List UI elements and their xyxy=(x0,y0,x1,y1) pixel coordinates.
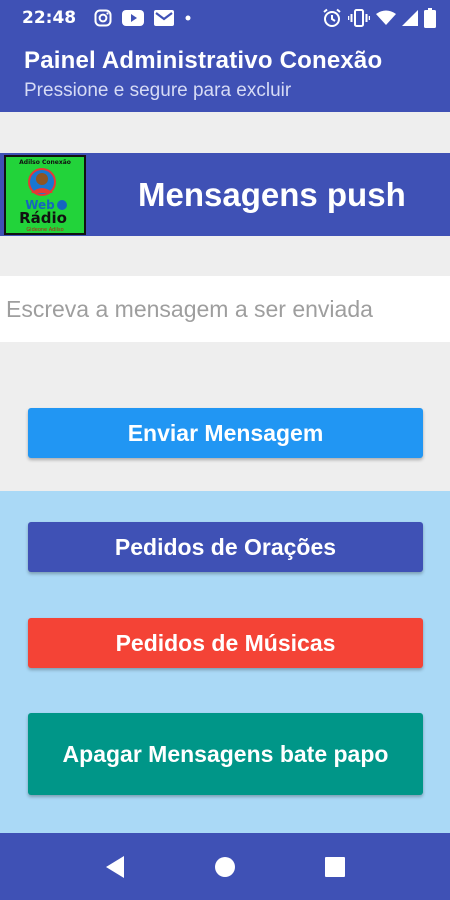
recents-icon[interactable] xyxy=(315,847,355,887)
alarm-icon xyxy=(322,8,342,28)
wifi-icon xyxy=(376,10,396,26)
section-title: Mensagens push xyxy=(138,175,406,213)
back-icon[interactable] xyxy=(95,847,135,887)
home-icon[interactable] xyxy=(205,847,245,887)
youtube-icon xyxy=(122,10,145,26)
delete-chat-messages-button[interactable]: Apagar Mensagens bate papo xyxy=(28,713,423,795)
svg-text:Gideone Adilso: Gideone Adilso xyxy=(26,227,63,233)
system-icons xyxy=(322,8,436,28)
battery-icon xyxy=(424,8,436,28)
radio-logo: Adilso Conexão Web Rádio Gideone Adilso xyxy=(4,155,86,235)
app-title: Painel Administrativo Conexão xyxy=(24,47,383,74)
message-field-container xyxy=(0,276,450,342)
app-bar: Painel Administrativo Conexão Pressione … xyxy=(0,36,450,112)
status-bar: 22:48 xyxy=(0,0,450,36)
signal-icon xyxy=(402,10,418,26)
header-banner: Adilso Conexão Web Rádio Gideone Adilso … xyxy=(0,153,450,236)
gmail-icon xyxy=(154,10,175,26)
vibrate-icon xyxy=(348,8,370,28)
app-subtitle: Pressione e segure para excluir xyxy=(24,80,292,101)
instagram-icon xyxy=(94,9,112,27)
dot-icon xyxy=(184,14,192,22)
send-message-button[interactable]: Enviar Mensagem xyxy=(28,408,423,458)
notification-icons xyxy=(94,9,192,27)
message-input[interactable] xyxy=(0,276,450,342)
svg-text:Rádio: Rádio xyxy=(19,209,67,227)
prayer-requests-button[interactable]: Pedidos de Orações xyxy=(28,522,423,572)
svg-text:Adilso Conexão: Adilso Conexão xyxy=(19,159,71,166)
status-time: 22:48 xyxy=(22,8,77,28)
music-requests-button[interactable]: Pedidos de Músicas xyxy=(28,618,423,668)
navigation-bar xyxy=(0,833,450,900)
